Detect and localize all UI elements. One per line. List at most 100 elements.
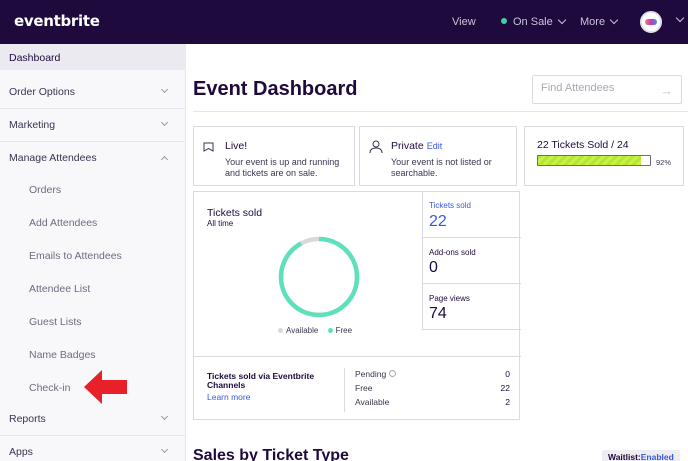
status-dot-icon <box>501 18 507 24</box>
channels-title: Tickets sold via Eventbrite Channels <box>207 371 315 390</box>
sidebar-divider <box>0 141 186 142</box>
tickets-progress-title: 22 Tickets Sold / 24 <box>537 139 629 151</box>
edit-privacy-link[interactable]: Edit <box>427 141 443 151</box>
sidebar-item-label: Guest Lists <box>29 316 82 328</box>
channel-label: Free <box>355 383 373 393</box>
tickets-sold-title: Tickets sold <box>207 207 263 219</box>
tickets-donut-chart <box>278 236 360 318</box>
tickets-progress-bar <box>537 155 651 166</box>
live-description: Your event is up and running and tickets… <box>225 157 340 178</box>
stats-column: Tickets sold 22 Add-ons sold 0 Page view… <box>422 192 521 330</box>
channel-row-available: Available 2 <box>355 397 510 407</box>
channels-vertical-divider <box>344 368 345 412</box>
sidebar-item-label: Dashboard <box>9 52 61 64</box>
sidebar-item-dashboard[interactable]: Dashboard <box>0 44 186 70</box>
legend-available-label: Available <box>286 326 319 335</box>
sidebar-subitem-attendee-list[interactable]: Attendee List <box>0 281 186 301</box>
stat-value: 22 <box>429 213 447 230</box>
find-attendees-search[interactable]: → <box>532 75 682 104</box>
page-title: Event Dashboard <box>193 78 358 100</box>
sidebar-item-reports[interactable]: Reports <box>0 411 186 435</box>
channel-row-free: Free 22 <box>355 383 510 393</box>
channel-value: 0 <box>505 369 510 379</box>
sidebar-subitem-name-badges[interactable]: Name Badges <box>0 347 186 367</box>
stat-page-views: Page views 74 <box>423 284 521 330</box>
privacy-people-icon <box>369 140 383 154</box>
top-nav-bar: eventbrite View On Sale More <box>0 0 688 44</box>
sidebar-item-label: Emails to Attendees <box>29 250 122 262</box>
header-divider <box>193 111 688 112</box>
flag-icon <box>203 142 214 152</box>
waitlist-label: Waitlist: <box>608 452 641 461</box>
stat-label: Page views <box>429 294 470 303</box>
channel-label: Pending <box>355 369 387 379</box>
live-title: Live! <box>225 140 248 152</box>
tickets-sold-card: Tickets sold All time Available Free Tic… <box>193 191 521 420</box>
chevron-down-icon <box>609 15 619 25</box>
nav-view-link[interactable]: View <box>452 16 476 28</box>
chevron-down-icon[interactable] <box>675 13 685 23</box>
sidebar-item-order-options[interactable]: Order Options <box>0 84 186 108</box>
nav-status-dropdown[interactable]: On Sale <box>501 15 566 28</box>
chevron-down-icon <box>160 85 169 94</box>
privacy-title-row: Private Edit <box>391 140 442 152</box>
legend-available-swatch <box>278 328 283 333</box>
sidebar-item-label: Orders <box>29 184 62 196</box>
legend-free-label: Free <box>335 326 353 335</box>
sales-section-title: Sales by Ticket Type <box>193 447 349 461</box>
stat-label: Add-ons sold <box>429 248 476 257</box>
sidebar-item-manage-attendees[interactable]: Manage Attendees <box>0 150 186 174</box>
sidebar-item-label: Add Attendees <box>29 217 98 229</box>
live-status-card: Live! Your event is up and running and t… <box>193 126 355 186</box>
stat-addons-sold: Add-ons sold 0 <box>423 238 521 284</box>
waitlist-badge[interactable]: Waitlist:Enabled <box>602 450 680 461</box>
stat-value: 74 <box>429 305 447 322</box>
stat-value: 0 <box>429 259 438 276</box>
sidebar-subitem-guest-lists[interactable]: Guest Lists <box>0 314 186 334</box>
sidebar-divider <box>0 108 186 109</box>
tickets-progress-fill <box>538 156 642 165</box>
user-avatar[interactable] <box>640 11 662 33</box>
privacy-card: Private Edit Your event is not listed or … <box>359 126 517 186</box>
learn-more-link[interactable]: Learn more <box>207 392 250 402</box>
channel-label: Available <box>355 397 390 407</box>
channels-divider <box>194 356 521 357</box>
eventbrite-logo[interactable]: eventbrite <box>14 12 100 30</box>
sidebar-item-marketing[interactable]: Marketing <box>0 117 186 141</box>
chevron-up-icon <box>160 155 169 164</box>
stat-tickets-sold[interactable]: Tickets sold 22 <box>423 192 521 238</box>
tickets-progress-percent: 92% <box>656 158 672 167</box>
sidebar-item-label: Marketing <box>9 119 56 131</box>
sidebar-subitem-orders[interactable]: Orders <box>0 182 186 202</box>
sidebar-item-apps[interactable]: Apps <box>0 444 186 461</box>
channel-value: 2 <box>505 397 510 407</box>
sidebar-item-label: Check-in <box>29 382 71 394</box>
privacy-title: Private <box>391 140 424 152</box>
sidebar-item-label: Name Badges <box>29 349 96 361</box>
sidebar-item-label: Order Options <box>9 86 75 98</box>
sidebar-subitem-add-attendees[interactable]: Add Attendees <box>0 215 186 235</box>
chevron-down-icon <box>160 118 169 127</box>
chevron-down-icon <box>557 15 566 25</box>
sidebar-divider <box>0 435 186 436</box>
tickets-sold-subtitle: All time <box>207 219 234 228</box>
nav-status-label: On Sale <box>513 16 553 28</box>
sidebar-item-label: Attendee List <box>29 283 91 295</box>
channel-value: 22 <box>500 383 510 393</box>
legend-free-swatch <box>327 328 333 333</box>
sidebar-subitem-emails-to-attendees[interactable]: Emails to Attendees <box>0 248 186 268</box>
chevron-down-icon <box>160 445 169 454</box>
info-icon[interactable] <box>389 370 397 377</box>
chevron-down-icon <box>160 412 169 421</box>
sidebar-item-label: Reports <box>9 413 46 425</box>
privacy-description: Your event is not listed or searchable. <box>391 157 492 178</box>
arrow-right-icon[interactable]: → <box>660 83 673 98</box>
donut-free-arc <box>278 236 360 318</box>
waitlist-status: Enabled <box>640 452 674 461</box>
nav-more-dropdown[interactable]: More <box>580 15 619 28</box>
search-input[interactable] <box>541 82 651 94</box>
channel-row-pending: Pending 0 <box>355 369 510 379</box>
sidebar-item-label: Apps <box>9 446 33 458</box>
stat-label: Tickets sold <box>429 201 471 210</box>
donut-legend: Available Free <box>278 326 352 335</box>
